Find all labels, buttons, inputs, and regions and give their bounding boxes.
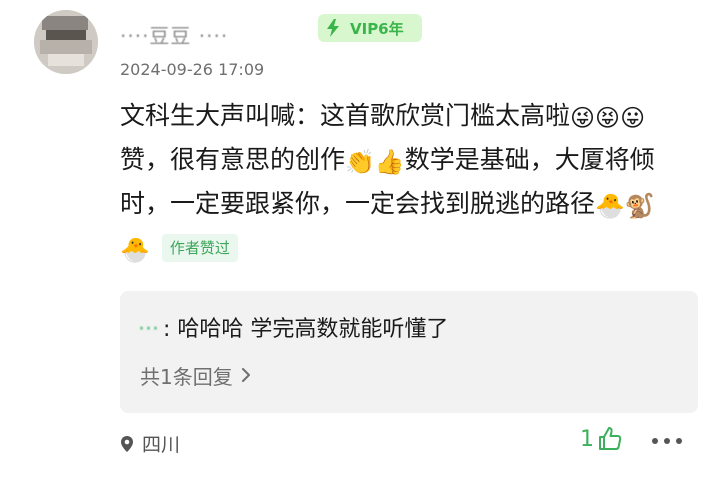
comment-timestamp: 2024-09-26 17:09 <box>120 60 265 79</box>
comment-text-part1: 文科生大声叫喊：这首歌欣赏门槛太高啦 <box>120 101 571 130</box>
vip-badge: VIP6年 <box>318 14 422 42</box>
emoji-hatching-chick: 🐣 <box>595 192 625 220</box>
lightning-icon <box>320 15 346 41</box>
location-info: 四川 <box>120 430 180 457</box>
reply-preview[interactable]: ···: 哈哈哈 学完高数就能听懂了 <box>138 311 448 343</box>
emoji-winking-tongue: 😜 <box>570 104 596 132</box>
thumbs-up-icon[interactable] <box>596 425 624 453</box>
more-dot <box>652 438 658 444</box>
reply-box[interactable]: ···: 哈哈哈 学完高数就能听懂了 共1条回复 <box>120 291 698 413</box>
vip-label: VIP6年 <box>350 19 404 38</box>
location-label: 四川 <box>142 434 181 456</box>
reply-text: 哈哈哈 学完高数就能听懂了 <box>177 317 449 342</box>
avatar[interactable] <box>34 10 98 74</box>
emoji-hatching-chick-2: 🐣 <box>120 236 150 264</box>
comment-text: 文科生大声叫喊：这首歌欣赏门槛太高啦😜😝😛赞，很有意思的创作👏👍数学是基础，大厦… <box>120 94 682 270</box>
author-liked-tag: 作者赞过 <box>161 234 238 262</box>
emoji-tongue: 😛 <box>620 104 646 132</box>
reply-count-label: 共1条回复 <box>140 365 233 389</box>
more-dot <box>676 438 682 444</box>
more-dots-icon[interactable] <box>652 438 682 444</box>
comment-text-part2: 赞，很有意思的创作 <box>120 145 346 174</box>
like-count: 1 <box>580 426 594 452</box>
emoji-monkey: 🐒 <box>624 192 655 220</box>
like-button[interactable]: 1 <box>580 425 624 453</box>
more-dot <box>664 438 670 444</box>
reply-colon: : <box>162 317 178 342</box>
view-replies-button[interactable]: 共1条回复 <box>140 361 251 390</box>
reply-username[interactable]: ··· <box>138 317 159 342</box>
location-pin-icon <box>120 435 134 453</box>
username[interactable]: ····豆豆 ···· <box>120 20 228 49</box>
emoji-thumbs-up: 👍 <box>374 148 405 176</box>
chevron-right-icon <box>241 364 251 388</box>
emoji-squinting-tongue: 😝 <box>595 104 621 132</box>
emoji-clapping: 👏 <box>345 148 375 176</box>
